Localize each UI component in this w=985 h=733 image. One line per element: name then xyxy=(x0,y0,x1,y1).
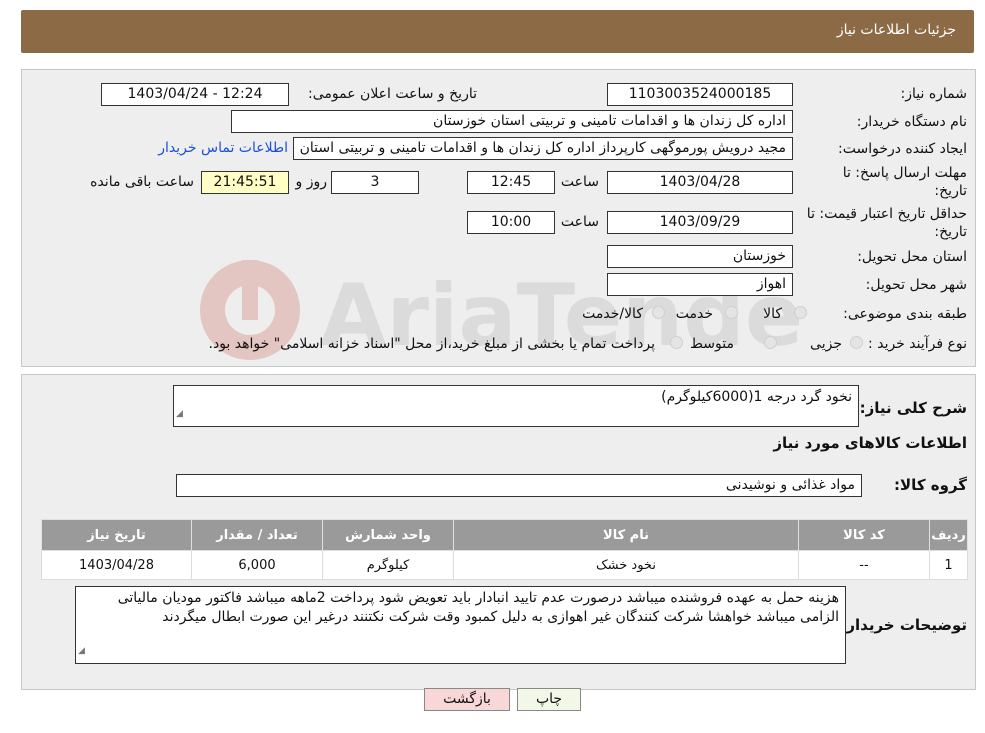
table-row: 1 -- نخود خشک کیلوگرم 6,000 1403/04/28 xyxy=(41,550,968,580)
announce-field: 1403/04/24 - 12:24 xyxy=(101,83,289,106)
category-option-service: خدمت xyxy=(675,306,713,322)
buyer-org-field: اداره کل زندان ها و اقدامات تامینی و ترب… xyxy=(231,110,793,133)
deadline-time-label: ساعت xyxy=(560,174,599,190)
province-label: استان محل تحویل: xyxy=(857,249,967,265)
col-header-item-code: کد کالا xyxy=(798,519,930,551)
validity-time-field: 10:00 xyxy=(467,211,555,234)
validity-label: حداقل تاریخ اعتبار قیمت: تا xyxy=(806,206,967,222)
col-header-quantity: تعداد / مقدار xyxy=(191,519,323,551)
summary-label: شرح کلی نیاز: xyxy=(859,399,967,417)
validity-time-label: ساعت xyxy=(560,214,599,230)
category-option-goods: کالا xyxy=(763,306,782,322)
table-header-row: ردیف کد کالا نام کالا واحد شمارش تعداد /… xyxy=(41,519,968,551)
creator-label: ایجاد کننده درخواست: xyxy=(838,141,967,157)
deadline-label-date: تاریخ: xyxy=(934,183,967,199)
category-radio-goods-service[interactable] xyxy=(652,306,665,319)
process-label: نوع فرآیند خرید : xyxy=(868,336,967,352)
need-number-field: 1103003524000185 xyxy=(607,83,793,106)
remaining-label: ساعت باقی مانده xyxy=(90,174,194,190)
cell-row-number: 1 xyxy=(929,550,968,580)
category-radio-goods[interactable] xyxy=(794,306,807,319)
city-label: شهر محل تحویل: xyxy=(865,277,967,293)
summary-text: نخود گرد درجه 1(6000کیلوگرم) xyxy=(661,389,852,405)
cell-item-name: نخود خشک xyxy=(453,550,799,580)
cell-item-code: -- xyxy=(798,550,930,580)
page-title: جزئیات اطلاعات نیاز xyxy=(836,22,956,38)
buyer-notes-text: هزینه حمل به عهده فروشنده میباشد درصورت … xyxy=(117,590,839,625)
col-header-unit: واحد شمارش xyxy=(322,519,454,551)
back-button[interactable]: بازگشت xyxy=(424,688,510,711)
col-header-need-date: تاریخ نیاز xyxy=(41,519,192,551)
cell-quantity: 6,000 xyxy=(191,550,323,580)
process-radio-minor[interactable] xyxy=(850,336,863,349)
goods-group-field: مواد غذائی و نوشیدنی xyxy=(176,474,862,497)
category-label: طبقه بندی موضوعی: xyxy=(843,306,967,322)
announce-label: تاریخ و ساعت اعلان عمومی: xyxy=(308,86,477,102)
summary-field: نخود گرد درجه 1(6000کیلوگرم) ◢ xyxy=(173,385,859,427)
resize-grip-icon[interactable]: ◢ xyxy=(78,642,85,661)
buyer-org-label: نام دستگاه خریدار: xyxy=(856,114,967,130)
print-button[interactable]: چاپ xyxy=(517,688,581,711)
days-label: روز و xyxy=(295,174,328,190)
city-field: اهواز xyxy=(607,273,793,296)
process-radio-medium[interactable] xyxy=(764,336,777,349)
goods-group-label: گروه کالا: xyxy=(894,476,967,494)
goods-info-title: اطلاعات کالاهای مورد نیاز xyxy=(773,434,967,452)
days-field: 3 xyxy=(331,171,419,194)
process-radio-treasury[interactable] xyxy=(670,336,683,349)
page-header: جزئیات اطلاعات نیاز xyxy=(21,10,974,53)
cell-unit: کیلوگرم xyxy=(322,550,454,580)
deadline-label: مهلت ارسال پاسخ: تا xyxy=(842,165,967,181)
buyer-contact-link[interactable]: اطلاعات تماس خریدار xyxy=(158,140,288,156)
deadline-time-field: 12:45 xyxy=(467,171,555,194)
col-header-item-name: نام کالا xyxy=(453,519,799,551)
process-note: پرداخت تمام یا بخشی از مبلغ خرید،از محل … xyxy=(208,336,655,352)
process-option-medium: متوسط xyxy=(690,336,734,352)
buyer-notes-label: توضیحات خریدار: xyxy=(840,616,967,634)
cell-need-date: 1403/04/28 xyxy=(41,550,192,580)
validity-date-field: 1403/09/29 xyxy=(607,211,793,234)
process-option-minor: جزیی xyxy=(810,336,842,352)
creator-field: مجید درویش پورموگهی کارپرداز اداره کل زن… xyxy=(293,137,793,160)
need-number-label: شماره نیاز: xyxy=(900,86,968,102)
category-option-goods-service: کالا/خدمت xyxy=(582,306,643,322)
resize-grip-icon[interactable]: ◢ xyxy=(176,405,183,424)
goods-table: ردیف کد کالا نام کالا واحد شمارش تعداد /… xyxy=(41,519,968,580)
remaining-time-field: 21:45:51 xyxy=(201,171,289,194)
buyer-notes-field: هزینه حمل به عهده فروشنده میباشد درصورت … xyxy=(75,586,846,664)
province-field: خوزستان xyxy=(607,245,793,268)
deadline-date-field: 1403/04/28 xyxy=(607,171,793,194)
category-radio-service[interactable] xyxy=(725,306,738,319)
validity-label-date: تاریخ: xyxy=(934,224,967,240)
col-header-row-number: ردیف xyxy=(929,519,968,551)
